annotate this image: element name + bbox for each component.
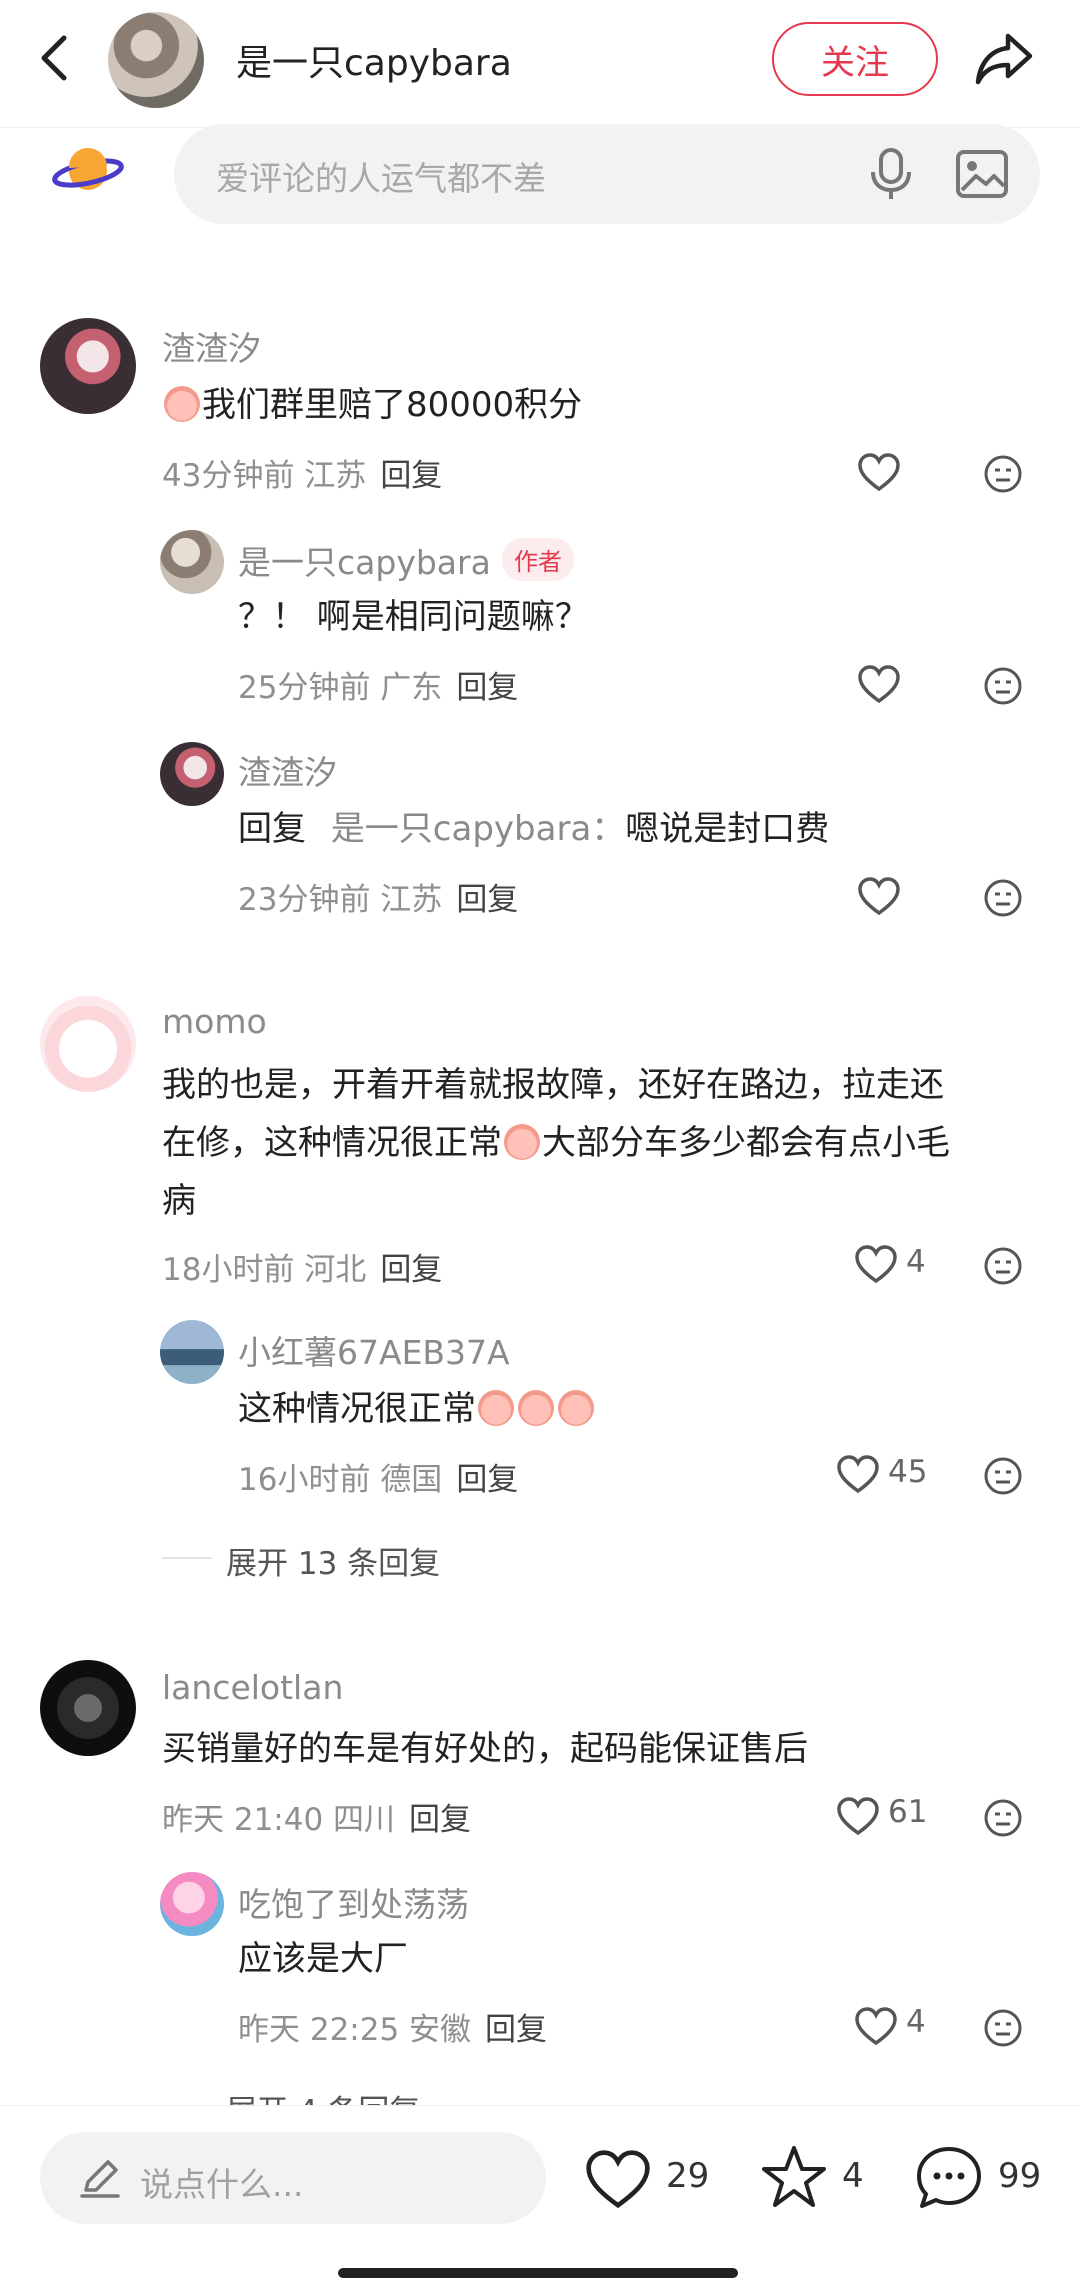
image-icon[interactable] bbox=[954, 146, 1010, 202]
follow-button[interactable]: 关注 bbox=[772, 22, 938, 96]
star-icon[interactable] bbox=[760, 2144, 828, 2210]
heart-icon[interactable] bbox=[836, 1796, 880, 1836]
avatar[interactable] bbox=[160, 742, 224, 806]
emoji-face-icon[interactable] bbox=[983, 1246, 1023, 1286]
reply-button[interactable]: 回复 bbox=[380, 458, 442, 494]
top-header: 是一只capybara 关注 bbox=[0, 0, 1080, 128]
pencil-icon bbox=[80, 2160, 120, 2198]
avatar[interactable] bbox=[40, 996, 136, 1092]
avatar[interactable] bbox=[160, 1872, 224, 1936]
like-count: 4 bbox=[906, 2004, 926, 2040]
emoji-face-icon[interactable] bbox=[983, 1798, 1023, 1838]
comment-meta: 43分钟前 江苏 回复 bbox=[162, 458, 443, 494]
avatar[interactable] bbox=[40, 318, 136, 414]
say-something-placeholder: 说点什么... bbox=[140, 2165, 304, 2204]
comment-text: 应该是大厂 bbox=[238, 1939, 408, 1979]
commenter-name[interactable]: 渣渣汐 bbox=[238, 746, 337, 794]
like-count: 61 bbox=[888, 1794, 928, 1830]
author-name[interactable]: 是一只capybara bbox=[236, 34, 512, 86]
comment-meta: 昨天 22:25 安徽 回复 bbox=[238, 2012, 548, 2048]
reply-button[interactable]: 回复 bbox=[456, 882, 518, 918]
author-avatar[interactable] bbox=[108, 12, 204, 108]
avatar[interactable] bbox=[40, 1660, 136, 1756]
comment-text: ？！ 啊是相同问题嘛？ bbox=[238, 597, 589, 637]
emoji-face-icon[interactable] bbox=[983, 878, 1023, 918]
commenter-name[interactable]: 小红薯67AEB37A bbox=[238, 1326, 510, 1374]
comment-meta: 昨天 21:40 四川 回复 bbox=[162, 1802, 472, 1838]
comment-meta: 18小时前 河北 回复 bbox=[162, 1252, 443, 1288]
like-count: 4 bbox=[906, 1244, 926, 1280]
comment-meta: 25分钟前 广东 回复 bbox=[238, 670, 519, 706]
author-badge: 作者 bbox=[502, 538, 574, 581]
microphone-icon[interactable] bbox=[866, 146, 916, 202]
emoji-face-icon[interactable] bbox=[983, 666, 1023, 706]
reply-button[interactable]: 回复 bbox=[485, 2012, 547, 2048]
reply-target-name[interactable]: 是一只capybara： bbox=[331, 809, 625, 849]
cry-emoji-icon bbox=[164, 385, 200, 422]
reply-button[interactable]: 回复 bbox=[409, 1802, 471, 1838]
comment-bubble-icon[interactable] bbox=[914, 2144, 984, 2212]
emoji-face-icon[interactable] bbox=[983, 454, 1023, 494]
comment-text: 买销量好的车是有好处的，起码能保证售后 bbox=[162, 1729, 808, 1769]
avatar[interactable] bbox=[160, 530, 224, 594]
bottom-action-bar: 说点什么... 29 4 99 bbox=[0, 2105, 1080, 2295]
commenter-name[interactable]: 渣渣汐 bbox=[162, 322, 261, 370]
cry-emoji-icon bbox=[518, 1389, 554, 1426]
divider bbox=[162, 1557, 212, 1559]
share-icon[interactable] bbox=[972, 28, 1036, 88]
heart-icon[interactable] bbox=[857, 876, 901, 916]
heart-icon[interactable] bbox=[584, 2148, 652, 2210]
comment-input-placeholder: 爱评论的人运气都不差 bbox=[216, 159, 546, 198]
like-count: 45 bbox=[888, 1454, 928, 1490]
home-indicator[interactable] bbox=[338, 2268, 738, 2278]
say-something-input[interactable]: 说点什么... bbox=[40, 2132, 546, 2224]
reply-button[interactable]: 回复 bbox=[380, 1252, 442, 1288]
comment-count: 99 bbox=[998, 2156, 1042, 2196]
planet-icon[interactable] bbox=[52, 140, 124, 202]
comment-input-bar[interactable]: 爱评论的人运气都不差 bbox=[174, 124, 1040, 224]
heart-icon[interactable] bbox=[857, 452, 901, 492]
like-count: 29 bbox=[666, 2156, 710, 2196]
back-arrow-icon[interactable] bbox=[30, 26, 80, 90]
comment-text: 这种情况很正常 bbox=[238, 1380, 596, 1438]
commenter-name[interactable]: momo bbox=[162, 1002, 267, 1041]
heart-icon[interactable] bbox=[857, 664, 901, 704]
comment-meta: 16小时前 德国 回复 bbox=[238, 1462, 519, 1498]
comment-text: 回复 是一只capybara：嗯说是封口费 bbox=[238, 809, 830, 849]
heart-icon[interactable] bbox=[836, 1454, 880, 1494]
avatar[interactable] bbox=[160, 1320, 224, 1384]
comment-meta: 23分钟前 江苏 回复 bbox=[238, 882, 519, 918]
comment-text: 我的也是，开着开着就报故障，还好在路边，拉走还 在修，这种情况很正常 大部分车多少… bbox=[162, 1065, 950, 1221]
emoji-face-icon[interactable] bbox=[983, 2008, 1023, 2048]
reply-button[interactable]: 回复 bbox=[456, 670, 518, 706]
reply-button[interactable]: 回复 bbox=[456, 1462, 518, 1498]
expand-replies-button[interactable]: 展开 13 条回复 bbox=[226, 1538, 440, 1583]
commenter-name[interactable]: lancelotlan bbox=[162, 1668, 343, 1707]
heart-icon[interactable] bbox=[854, 2006, 898, 2046]
emoji-icon bbox=[504, 1123, 540, 1160]
commenter-name[interactable]: 是一只capybara bbox=[238, 536, 491, 584]
heart-icon[interactable] bbox=[854, 1244, 898, 1284]
cry-emoji-icon bbox=[558, 1389, 594, 1426]
comment-text: 我们群里赔了80000积分 bbox=[162, 376, 582, 434]
star-count: 4 bbox=[842, 2156, 864, 2196]
emoji-face-icon[interactable] bbox=[983, 1456, 1023, 1496]
cry-emoji-icon bbox=[478, 1389, 514, 1426]
commenter-name[interactable]: 吃饱了到处荡荡 bbox=[238, 1878, 469, 1926]
